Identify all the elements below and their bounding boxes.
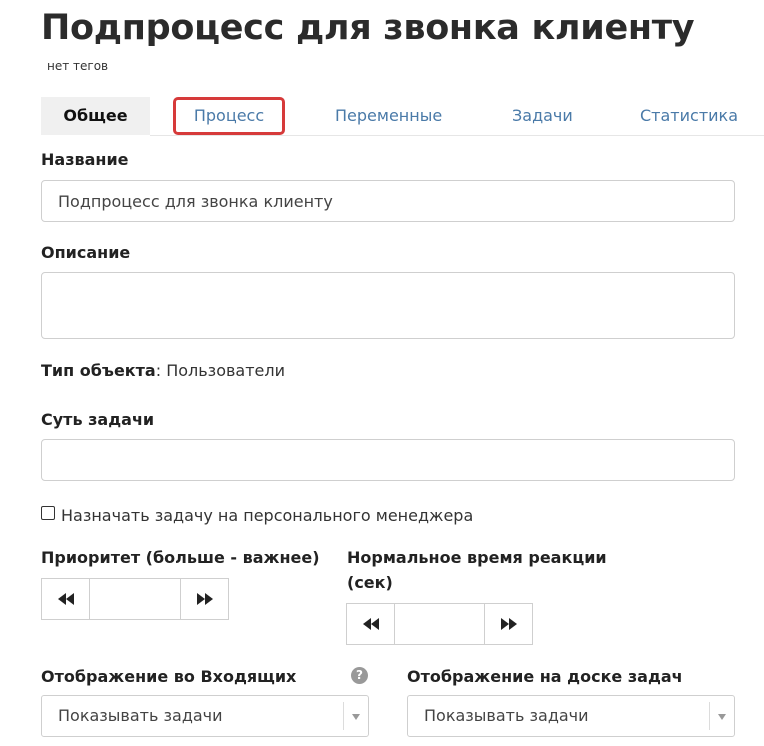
tab-process[interactable]: Процесс	[173, 97, 285, 135]
object-type-value: Пользователи	[166, 361, 285, 380]
priority-stepper	[41, 578, 229, 620]
caret-down-icon	[718, 714, 726, 720]
reaction-increment-button[interactable]	[484, 604, 532, 644]
tab-tasks[interactable]: Задачи	[512, 97, 573, 135]
inbox-display-label: Отображение во Входящих	[41, 667, 297, 686]
tab-statistics[interactable]: Статистика	[640, 97, 738, 135]
reaction-value-field[interactable]	[395, 604, 484, 644]
board-display-select[interactable]: Показывать задачи	[407, 695, 735, 737]
priority-decrement-button[interactable]	[42, 579, 90, 619]
page-title: Подпроцесс для звонка клиенту	[41, 8, 695, 48]
select-divider	[343, 702, 344, 730]
inbox-display-select[interactable]: Показывать задачи	[41, 695, 369, 737]
inbox-display-value: Показывать задачи	[58, 706, 223, 725]
object-type-label: Тип объекта	[41, 361, 156, 380]
reaction-time-label-line2: (сек)	[347, 573, 393, 592]
board-display-label: Отображение на доске задач	[407, 667, 683, 686]
reaction-time-label-line1: Нормальное время реакции	[347, 548, 607, 567]
assign-manager-label[interactable]: Назначать задачу на персонального менедж…	[61, 506, 473, 525]
name-label: Название	[41, 150, 129, 169]
fast-forward-icon	[196, 593, 213, 605]
reaction-time-stepper	[346, 603, 533, 645]
object-type-separator: :	[155, 361, 162, 380]
reaction-decrement-button[interactable]	[347, 604, 395, 644]
rewind-icon	[57, 593, 74, 605]
board-display-value: Показывать задачи	[424, 706, 589, 725]
fast-forward-icon	[500, 618, 517, 630]
task-essence-label: Суть задачи	[41, 410, 155, 429]
name-input[interactable]	[41, 180, 735, 222]
priority-label: Приоритет (больше - важнее)	[41, 548, 320, 567]
object-type-row: Тип объекта: Пользователи	[41, 361, 285, 380]
description-textarea[interactable]	[41, 272, 735, 339]
tabs-divider	[150, 135, 764, 136]
rewind-icon	[362, 618, 379, 630]
question-icon[interactable]: ?	[351, 667, 368, 684]
tab-variables[interactable]: Переменные	[335, 97, 442, 135]
select-divider	[709, 702, 710, 730]
priority-increment-button[interactable]	[180, 579, 228, 619]
tab-general[interactable]: Общее	[41, 97, 150, 135]
description-label: Описание	[41, 243, 131, 262]
task-essence-input[interactable]	[41, 439, 735, 481]
assign-manager-checkbox[interactable]	[41, 506, 55, 520]
priority-value-field[interactable]	[90, 579, 180, 619]
tags-label: нет тегов	[47, 59, 109, 73]
caret-down-icon	[352, 714, 360, 720]
